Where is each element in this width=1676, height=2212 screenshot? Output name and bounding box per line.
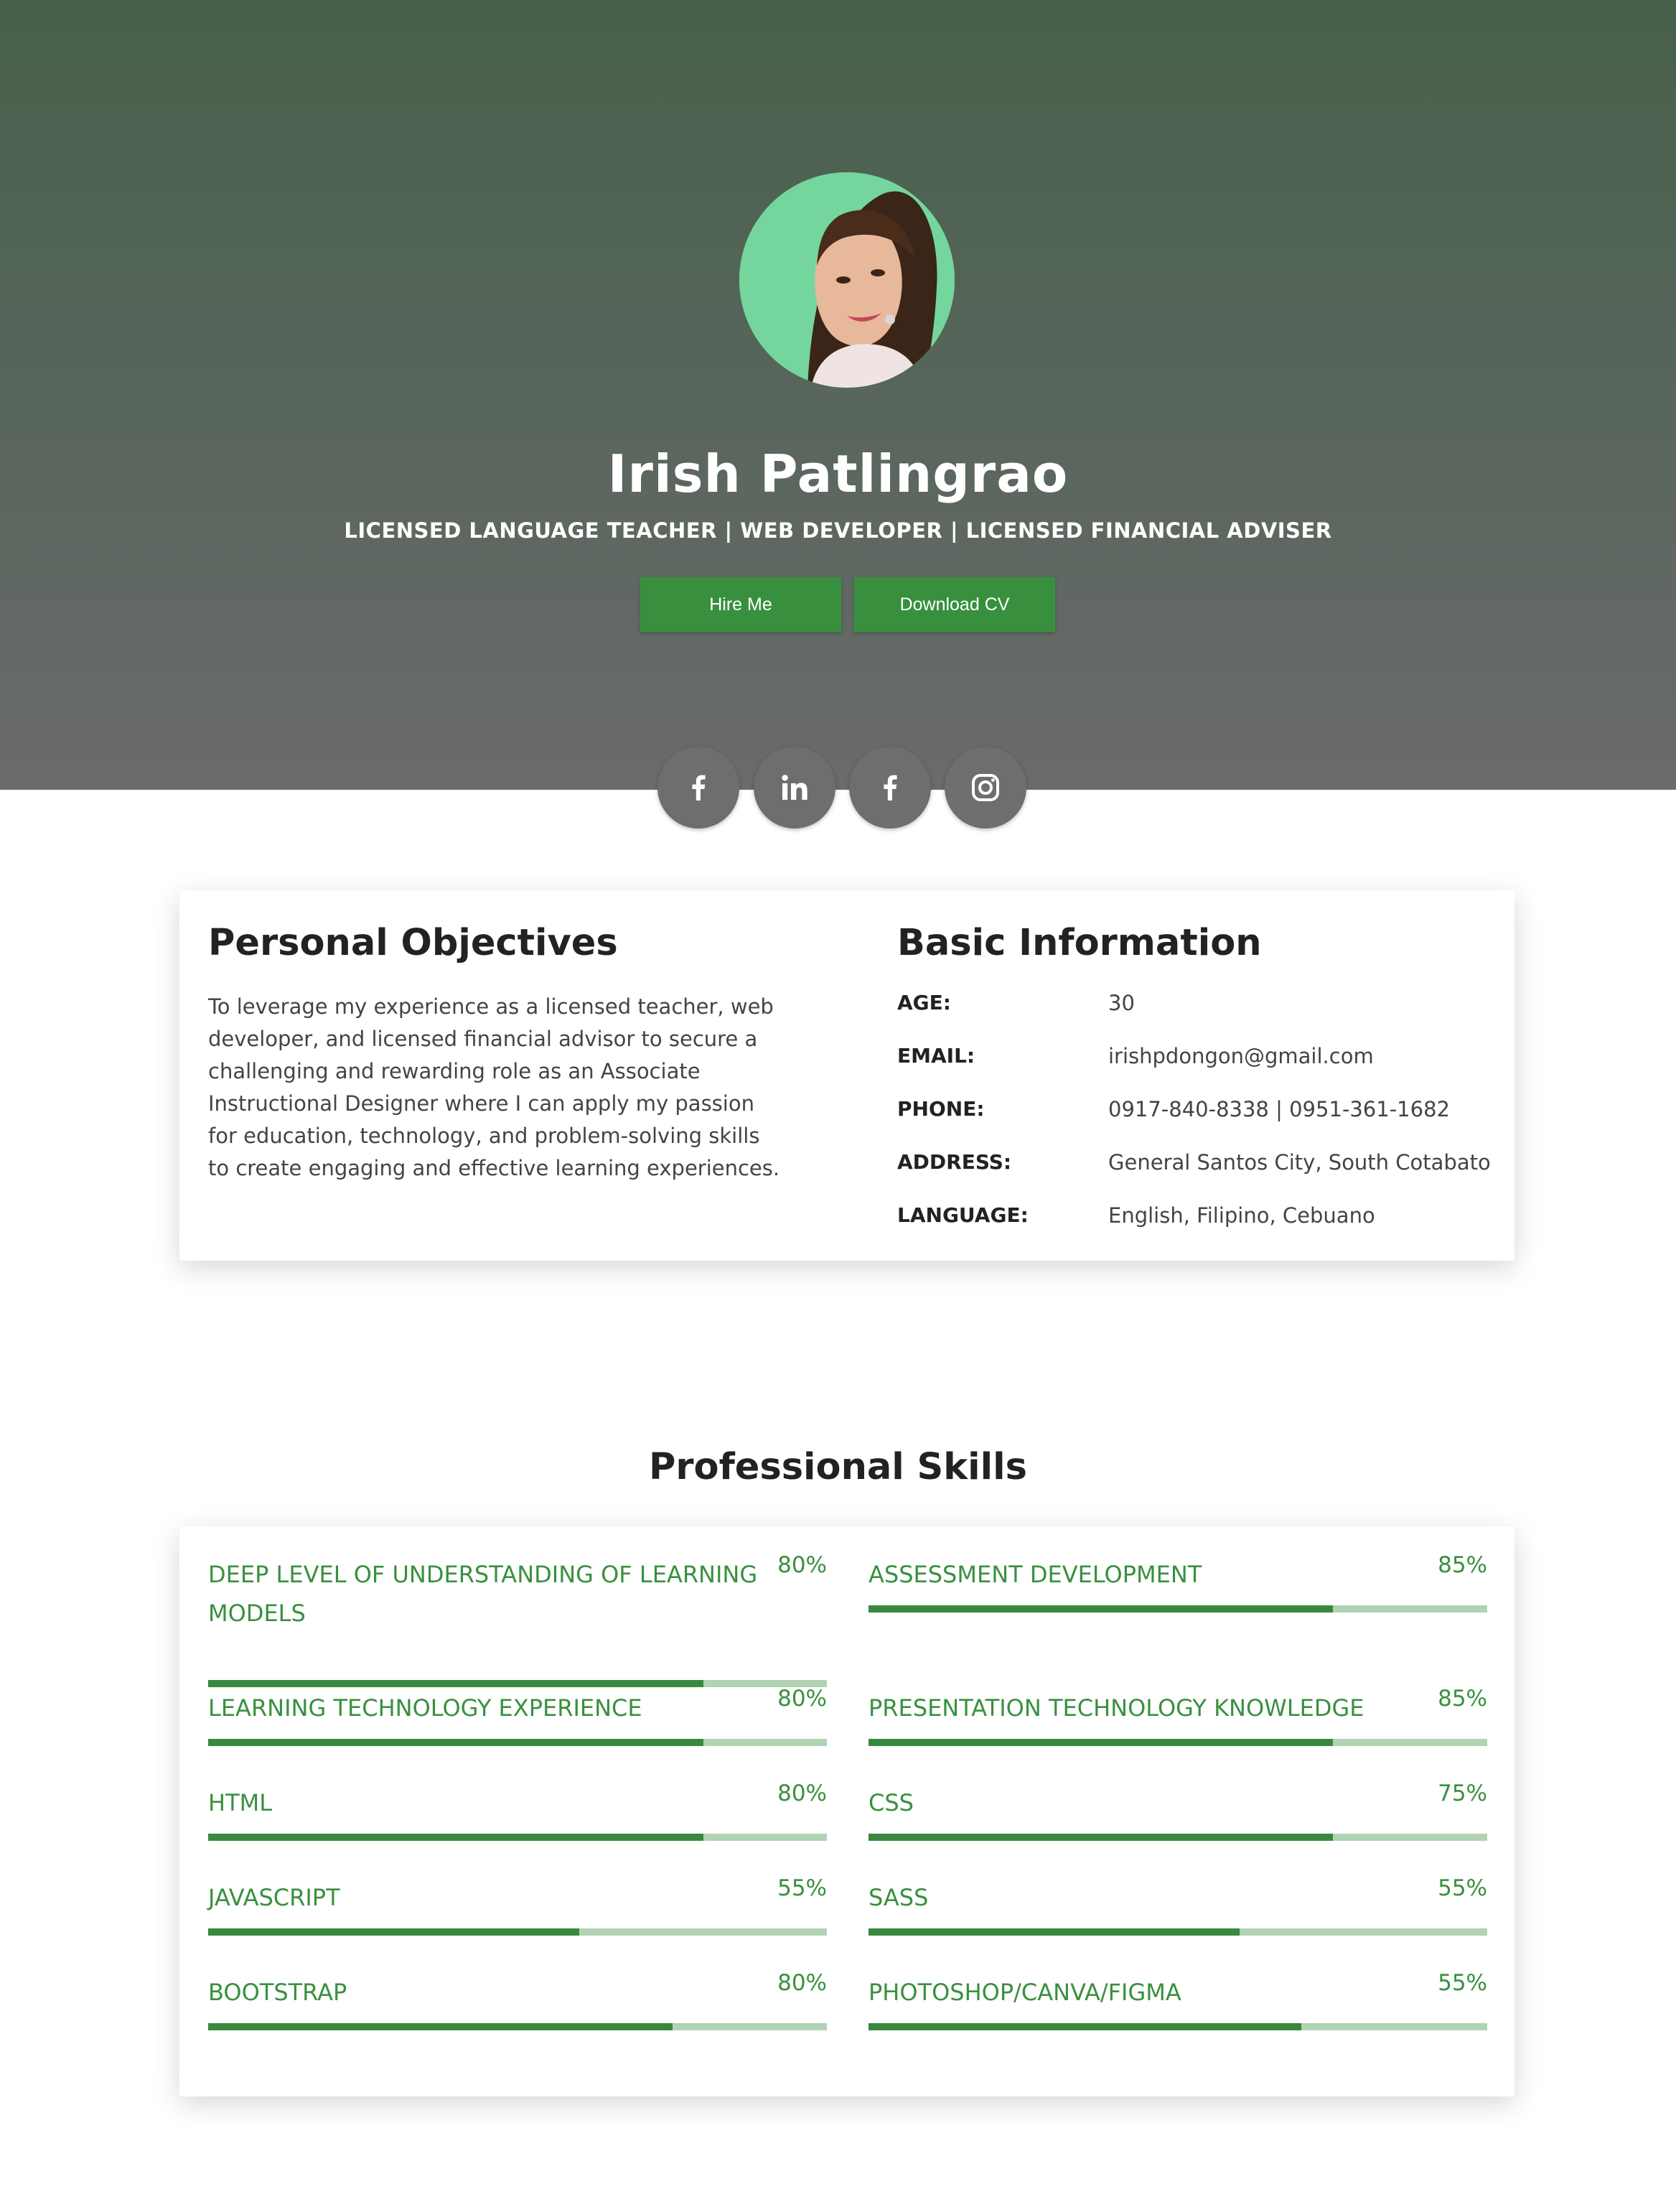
info-row-phone: PHONE: 0917-840-8338 | 0951-361-1682 — [897, 1097, 1500, 1126]
profile-photo — [739, 172, 955, 388]
skill-bar-track — [208, 1680, 827, 1687]
profile-tagline: LICENSED LANGUAGE TEACHER | WEB DEVELOPE… — [344, 518, 1332, 543]
info-label: LANGUAGE: — [897, 1203, 1029, 1227]
info-label: AGE: — [897, 991, 951, 1014]
skill-bar-track — [869, 1928, 1487, 1936]
facebook-icon — [884, 775, 897, 801]
skill-bar-track — [208, 1739, 827, 1746]
info-row-address: ADDRESS: General Santos City, South Cota… — [897, 1150, 1500, 1179]
download-cv-button[interactable]: Download CV — [854, 577, 1055, 632]
skill-name: SASS — [869, 1884, 929, 1911]
hire-me-button[interactable]: Hire Me — [640, 577, 841, 632]
skill-bar-fill — [208, 1834, 703, 1841]
skill-bar-track — [869, 2023, 1487, 2030]
skill-bar-fill — [869, 1834, 1333, 1841]
info-value: 30 — [1108, 991, 1135, 1015]
skill-percent: 55% — [777, 1875, 827, 1901]
skills-card: DEEP LEVEL OF UNDERSTANDING OF LEARNING … — [179, 1526, 1515, 2096]
skill-bar-fill — [208, 1739, 703, 1746]
skill-name: PRESENTATION TECHNOLOGY KNOWLEDGE — [869, 1694, 1364, 1722]
info-label: EMAIL: — [897, 1044, 975, 1068]
skill-name: JAVASCRIPT — [208, 1884, 340, 1911]
skill-percent: 80% — [777, 1552, 827, 1578]
info-value: General Santos City, South Cotabato — [1108, 1150, 1491, 1175]
skill-bar-track — [869, 1834, 1487, 1841]
info-row-email: EMAIL: irishpdongon@gmail.com — [897, 1044, 1500, 1073]
skill-percent: 55% — [1438, 1875, 1487, 1901]
instagram-link[interactable] — [945, 747, 1026, 829]
instagram-icon — [972, 774, 999, 801]
skill-name: DEEP LEVEL OF UNDERSTANDING OF LEARNING … — [208, 1561, 758, 1627]
hero-banner: Irish Patlingrao LICENSED LANGUAGE TEACH… — [0, 0, 1676, 790]
skill-percent: 55% — [1438, 1970, 1487, 1996]
skill-name: LEARNING TECHNOLOGY EXPERIENCE — [208, 1694, 642, 1722]
skills-title: Professional Skills — [649, 1446, 1027, 1488]
skill-percent: 85% — [1438, 1552, 1487, 1578]
info-label: PHONE: — [897, 1097, 985, 1121]
skill-name: HTML — [208, 1789, 273, 1816]
skill-bar-track — [869, 1739, 1487, 1746]
facebook-icon — [692, 775, 706, 801]
skill-bar-fill — [208, 2023, 673, 2030]
skill-bar-fill — [869, 2023, 1302, 2030]
info-card: Personal Objectives To leverage my exper… — [179, 890, 1515, 1261]
skill-name: ASSESSMENT DEVELOPMENT — [869, 1561, 1202, 1588]
skill-bar-track — [208, 2023, 827, 2030]
skill-percent: 75% — [1438, 1781, 1487, 1806]
skill-bar-track — [869, 1605, 1487, 1613]
info-row-age: AGE: 30 — [897, 991, 1500, 1019]
profile-name: Irish Patlingrao — [607, 444, 1069, 504]
info-value: English, Filipino, Cebuano — [1108, 1203, 1375, 1228]
skill-percent: 85% — [1438, 1686, 1487, 1712]
skill-name: CSS — [869, 1789, 914, 1816]
skill-bar-track — [208, 1928, 827, 1936]
info-value: irishpdongon@gmail.com — [1108, 1044, 1374, 1068]
info-label: ADDRESS: — [897, 1150, 1012, 1174]
objectives-text: To leverage my experience as a licensed … — [208, 994, 780, 1180]
skill-name: BOOTSTRAP — [208, 1979, 347, 2006]
avatar — [739, 172, 955, 388]
info-value: 0917-840-8338 | 0951-361-1682 — [1108, 1097, 1450, 1121]
skill-percent: 80% — [777, 1686, 827, 1712]
skill-bar-track — [208, 1834, 827, 1841]
skill-bar-fill — [869, 1605, 1333, 1613]
objectives-title: Personal Objectives — [208, 922, 618, 964]
skill-bar-fill — [869, 1739, 1333, 1746]
linkedin-icon — [782, 775, 807, 800]
skill-bar-fill — [869, 1928, 1240, 1936]
skill-bar-fill — [208, 1680, 703, 1687]
facebook-link-2[interactable] — [849, 747, 931, 829]
skill-name: PHOTOSHOP/CANVA/FIGMA — [869, 1979, 1181, 2006]
facebook-link[interactable] — [657, 747, 739, 829]
basic-info-title: Basic Information — [897, 922, 1262, 964]
skill-percent: 80% — [777, 1781, 827, 1806]
skill-percent: 80% — [777, 1970, 827, 1996]
info-row-language: LANGUAGE: English, Filipino, Cebuano — [897, 1203, 1500, 1232]
skill-bar-fill — [208, 1928, 580, 1936]
linkedin-link[interactable] — [754, 747, 835, 829]
